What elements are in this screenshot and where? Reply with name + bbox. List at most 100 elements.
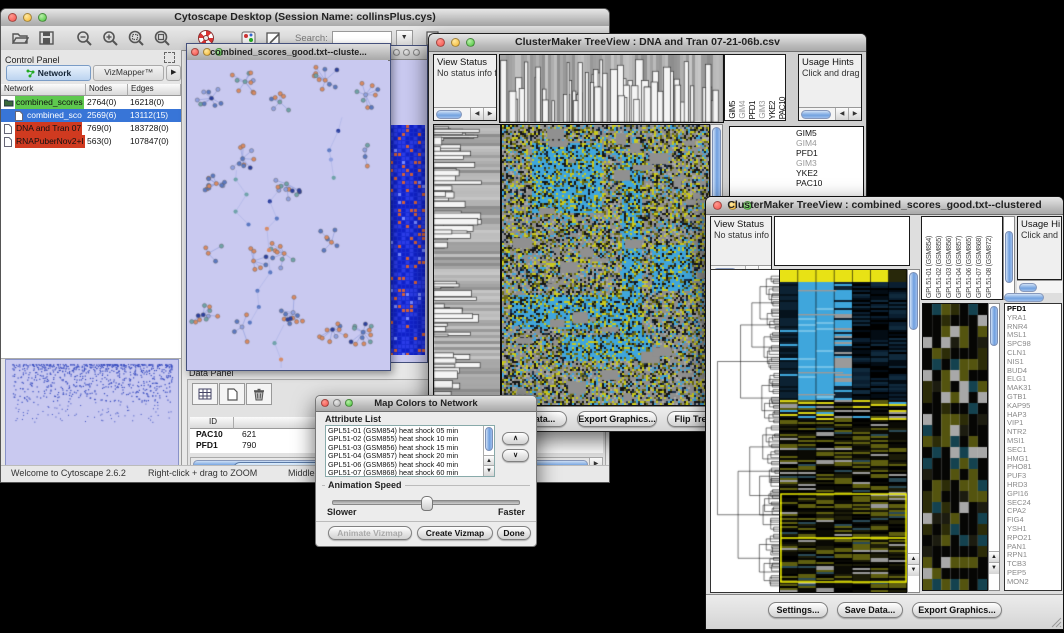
zoom-fit-icon[interactable]	[151, 28, 173, 48]
desktop-screen: Cytoscape Desktop (Session Name: collins…	[0, 0, 1064, 633]
tv2-column-labels-scrollbar[interactable]	[1003, 216, 1015, 300]
cytoscape-titlebar[interactable]: Cytoscape Desktop (Session Name: collins…	[1, 9, 609, 27]
background-network-window[interactable]	[389, 45, 428, 363]
table-icon	[198, 388, 212, 400]
attribute-item[interactable]: GPL51-06 (GSM865) heat shock 40 min	[328, 461, 481, 469]
create-vizmap-button[interactable]: Create Vizmap	[417, 526, 493, 540]
file-icon	[4, 137, 13, 146]
attribute-item[interactable]: GPL51-02 (GSM855) heat shock 10 min	[328, 435, 481, 443]
tv2-usage-hints-scrollbar[interactable]	[1017, 280, 1062, 293]
attribute-item[interactable]: GPL51-03 (GSM856) heat shock 15 min	[328, 444, 481, 452]
tv1-usage-hints-scrollbar[interactable]: ◀▶	[799, 107, 861, 120]
move-up-button[interactable]: ∧	[502, 432, 529, 445]
control-panel: Control Panel Network VizMapper™ ▶ Netwo…	[1, 50, 182, 466]
animation-speed-slider[interactable]	[332, 500, 520, 505]
tv1-gene-label[interactable]: GIM3	[796, 158, 863, 168]
tab-network[interactable]: Network	[6, 65, 91, 81]
data-row-id: PFD1	[196, 440, 218, 451]
tv1-view-status-title: View Status	[437, 57, 496, 68]
float-panel-icon[interactable]	[164, 52, 175, 63]
tv1-gene-label[interactable]: GIM5	[796, 128, 863, 138]
tv1-view-status-panel: View Status No status info f ◀▶	[433, 54, 497, 121]
tv2-global-heatmap[interactable]	[779, 269, 908, 593]
network-table-header[interactable]: Network Nodes Edges	[1, 84, 181, 96]
tv2-zoom-heatmap[interactable]	[922, 303, 988, 591]
network-row[interactable]: DNA and Tran 07769(0)183728(0)	[1, 122, 181, 135]
tv2-row-dendrogram[interactable]	[710, 269, 781, 593]
treeview2-title: ClusterMaker TreeView : combined_scores_…	[706, 199, 1063, 211]
network-row[interactable]: combined_sco2569(6)13112(15)	[1, 109, 181, 122]
save-icon[interactable]	[35, 28, 57, 48]
tv1-gene-label[interactable]: PFD1	[796, 148, 863, 158]
tv2-heatmap-vscrollbar[interactable]: ▲ ▼	[907, 269, 920, 593]
tv2-column-label: GPL51-06 (GSM865)	[964, 236, 973, 298]
window-title: Cytoscape Desktop (Session Name: collins…	[1, 11, 609, 23]
tv2-gene-list-hscrollbar[interactable]	[1004, 293, 1044, 302]
tv1-rotated-gene-label: YKE2	[768, 101, 777, 119]
tv2-zoom-vscrollbar[interactable]: ▲ ▼	[988, 303, 1000, 591]
tv2-column-dendrogram[interactable]	[774, 216, 910, 266]
close-button[interactable]	[393, 49, 400, 56]
tab-vizmapper[interactable]: VizMapper™	[93, 65, 164, 81]
tv1-gene-label[interactable]: PAC10	[796, 178, 863, 188]
treeview1-titlebar[interactable]: ClusterMaker TreeView : DNA and Tran 07-…	[429, 34, 866, 52]
delete-attribute-button[interactable]	[246, 383, 272, 405]
slider-thumb[interactable]	[421, 496, 433, 511]
attribute-list-label: Attribute List	[325, 414, 381, 424]
status-hint-zoom: Right-click + drag to ZOOM	[148, 468, 257, 478]
tv2-usage-hints-title: Usage Hi	[1021, 219, 1061, 230]
zoom-button[interactable]	[413, 49, 420, 56]
tv1-view-status-scrollbar[interactable]: ◀▶	[434, 107, 496, 120]
tv2-settings-button[interactable]: Settings...	[768, 602, 828, 618]
data-row-value: 790	[242, 440, 256, 451]
attribute-item[interactable]: GPL51-01 (GSM854) heat shock 05 min	[328, 427, 481, 435]
zoom-out-icon[interactable]	[73, 28, 95, 48]
treeview2-titlebar[interactable]: ClusterMaker TreeView : combined_scores_…	[706, 197, 1063, 215]
tv2-export-graphics-button[interactable]: Export Graphics...	[912, 602, 1002, 618]
network-row[interactable]: combined_scores2764(0)16218(0)	[1, 96, 181, 109]
zoom-in-icon[interactable]	[99, 28, 121, 48]
tv2-gene-label[interactable]: MON2	[1007, 578, 1061, 587]
tv2-save-data-button[interactable]: Save Data...	[837, 602, 903, 618]
dense-network-canvas[interactable]	[390, 125, 425, 355]
tv2-column-label: GPL51-03 (GSM856)	[944, 236, 953, 298]
attribute-item[interactable]: GPL51-04 (GSM857) heat shock 20 min	[328, 452, 481, 460]
network-row-name: RNAPuberNov2+I	[15, 135, 85, 148]
table-mode-button[interactable]	[192, 383, 218, 405]
dialog-titlebar[interactable]: Map Colors to Network	[316, 396, 536, 412]
tv1-row-dendrogram[interactable]	[433, 124, 501, 406]
status-hint-middle: Middle-	[288, 468, 318, 478]
zoom-selected-icon[interactable]	[125, 28, 147, 48]
move-down-button[interactable]: ∨	[502, 449, 529, 462]
minimize-button[interactable]	[403, 49, 410, 56]
attribute-list-scrollbar[interactable]: ▲ ▼	[483, 426, 494, 476]
tv1-gene-label[interactable]: YKE2	[796, 168, 863, 178]
done-button[interactable]: Done	[497, 526, 531, 540]
network-overview-thumbnail[interactable]	[5, 359, 179, 468]
network-row[interactable]: RNAPuberNov2+I563(0)107847(0)	[1, 135, 181, 148]
tv1-rotated-gene-label: GIM4	[738, 101, 747, 119]
network-tab-icon	[26, 69, 35, 78]
tv1-global-heatmap[interactable]	[501, 124, 710, 406]
tab-overflow-arrow[interactable]: ▶	[166, 65, 181, 81]
tv2-view-status-title: View Status	[714, 219, 771, 230]
new-attribute-button[interactable]	[219, 383, 245, 405]
tv2-gene-labels: PFD1YRA1RNR4MSL1SPC98CLN1NIS1BUD4ELG1MAK…	[1004, 303, 1062, 591]
tv1-usage-hints-panel: Usage Hints Click and drag tc ◀▶	[798, 54, 862, 121]
animate-vizmap-button[interactable]: Animate Vizmap	[328, 526, 412, 540]
search-dropdown-button[interactable]: ▼	[396, 30, 413, 47]
tv1-gene-label[interactable]: GIM4	[796, 138, 863, 148]
resize-grip[interactable]	[1049, 615, 1062, 628]
open-folder-icon[interactable]	[9, 28, 31, 48]
tv1-column-dendrogram[interactable]	[499, 54, 724, 123]
network-row-edges: 13112(15)	[130, 109, 168, 122]
tv1-export-graphics-button[interactable]: Export Graphics...	[577, 411, 657, 427]
attribute-list[interactable]: GPL51-01 (GSM854) heat shock 05 minGPL51…	[325, 425, 495, 477]
map-colors-dialog: Map Colors to Network Attribute List GPL…	[315, 395, 537, 547]
attribute-item[interactable]: GPL51-07 (GSM868) heat shock 60 min	[328, 469, 481, 477]
network-row-nodes: 563(0)	[87, 135, 112, 148]
folder-icon	[4, 98, 13, 107]
network-canvas[interactable]	[187, 60, 388, 368]
network-row-nodes: 2569(6)	[87, 109, 116, 122]
network-view-titlebar[interactable]: combined_scores_good.txt--cluste...	[187, 44, 390, 61]
